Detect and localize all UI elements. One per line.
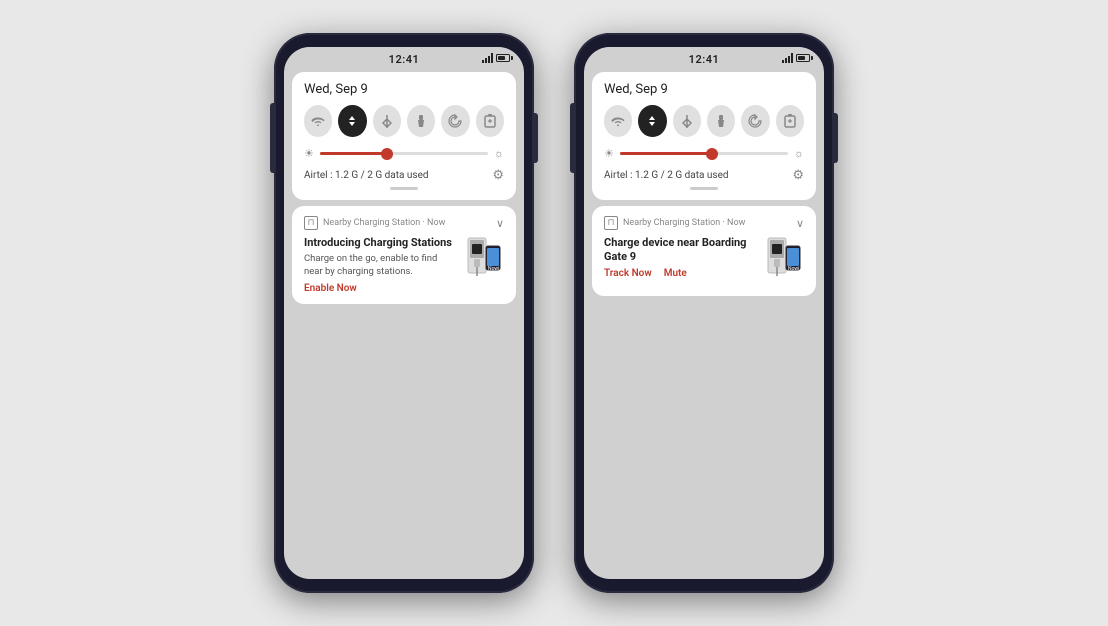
data-toggle-icon-1[interactable] <box>338 105 366 137</box>
panel-handle-1 <box>390 187 418 190</box>
phone-1: 12:41 Wed, Sep 9 <box>274 33 534 593</box>
date-label-2: Wed, Sep 9 <box>604 82 804 97</box>
notif-text-area-2: Charge device near Boarding Gate 9 Track… <box>604 236 752 279</box>
brightness-slider-2[interactable] <box>620 152 788 155</box>
notif-desc-1: Charge on the go, enable to find near by… <box>304 253 452 278</box>
notif-meta-2: Nearby Charging Station · Now <box>604 216 745 230</box>
data-usage-row-1: Airtel : 1.2 G / 2 G data used ⚙ <box>304 168 504 183</box>
notif-expand-1[interactable]: ∨ <box>496 217 504 230</box>
settings-icon-2[interactable]: ⚙ <box>792 168 804 183</box>
svg-text:Nowi: Nowi <box>788 266 799 272</box>
battery-save-icon-2[interactable] <box>776 105 804 137</box>
status-bar-1: 12:41 <box>284 47 524 68</box>
notif-body-1: Introducing Charging Stations Charge on … <box>304 236 504 294</box>
data-usage-text-1: Airtel : 1.2 G / 2 G data used <box>304 170 429 181</box>
status-bar-2: 12:41 <box>584 47 824 68</box>
screen-content-1: Wed, Sep 9 <box>284 68 524 579</box>
brightness-auto-icon-1: ☼ <box>494 147 504 160</box>
notif-source-2: Nearby Charging Station · Now <box>623 218 745 228</box>
brightness-row-1: ☀ ☼ <box>304 147 504 160</box>
notif-action2-2[interactable]: Mute <box>664 268 687 279</box>
bluetooth-icon-1[interactable] <box>373 105 401 137</box>
notif-expand-2[interactable]: ∨ <box>796 217 804 230</box>
rotation-icon-1[interactable] <box>441 105 469 137</box>
bluetooth-icon-2[interactable] <box>673 105 701 137</box>
time-2: 12:41 <box>689 53 720 66</box>
notif-image-1: Nowi <box>460 236 504 286</box>
status-icons-2 <box>782 53 810 63</box>
rotation-icon-2[interactable] <box>741 105 769 137</box>
notif-text-area-1: Introducing Charging Stations Charge on … <box>304 236 452 294</box>
quick-icons-2 <box>604 105 804 137</box>
phone-1-screen: 12:41 Wed, Sep 9 <box>284 47 524 579</box>
notification-card-1: Nearby Charging Station · Now ∨ Introduc… <box>292 206 516 304</box>
brightness-auto-icon-2: ☼ <box>794 147 804 160</box>
battery-save-icon-1[interactable] <box>476 105 504 137</box>
notif-header-1: Nearby Charging Station · Now ∨ <box>304 216 504 230</box>
time-1: 12:41 <box>389 53 420 66</box>
phone-2: 12:41 Wed, Sep 9 <box>574 33 834 593</box>
date-label-1: Wed, Sep 9 <box>304 82 504 97</box>
notif-source-1: Nearby Charging Station · Now <box>323 218 445 228</box>
notif-app-icon-1 <box>304 216 318 230</box>
screen-content-2: Wed, Sep 9 <box>584 68 824 579</box>
notif-action1-2[interactable]: Track Now <box>604 268 652 279</box>
brightness-slider-1[interactable] <box>320 152 488 155</box>
battery-icon-1 <box>496 54 510 62</box>
notif-actions-row-2: Track Now Mute <box>604 268 752 279</box>
quick-panel-1: Wed, Sep 9 <box>292 72 516 200</box>
signal-icon-2 <box>782 53 793 63</box>
flashlight-icon-2[interactable] <box>707 105 735 137</box>
svg-text:Nowi: Nowi <box>488 266 499 272</box>
notif-app-icon-2 <box>604 216 618 230</box>
brightness-row-2: ☀ ☼ <box>604 147 804 160</box>
panel-handle-2 <box>690 187 718 190</box>
notif-title-2: Charge device near Boarding Gate 9 <box>604 236 752 265</box>
data-toggle-icon-2[interactable] <box>638 105 666 137</box>
quick-panel-2: Wed, Sep 9 <box>592 72 816 200</box>
wifi-icon-1[interactable] <box>304 105 332 137</box>
signal-icon-1 <box>482 53 493 63</box>
battery-icon-2 <box>796 54 810 62</box>
wifi-icon-2[interactable] <box>604 105 632 137</box>
phone-2-screen: 12:41 Wed, Sep 9 <box>584 47 824 579</box>
notification-card-2: Nearby Charging Station · Now ∨ Charge d… <box>592 206 816 296</box>
notif-title-1: Introducing Charging Stations <box>304 236 452 250</box>
quick-icons-1 <box>304 105 504 137</box>
status-icons-1 <box>482 53 510 63</box>
notif-action1-1[interactable]: Enable Now <box>304 283 452 294</box>
notif-meta-1: Nearby Charging Station · Now <box>304 216 445 230</box>
flashlight-icon-1[interactable] <box>407 105 435 137</box>
notif-header-2: Nearby Charging Station · Now ∨ <box>604 216 804 230</box>
data-usage-row-2: Airtel : 1.2 G / 2 G data used ⚙ <box>604 168 804 183</box>
brightness-low-icon-2: ☀ <box>604 147 614 160</box>
data-usage-text-2: Airtel : 1.2 G / 2 G data used <box>604 170 729 181</box>
notif-body-2: Charge device near Boarding Gate 9 Track… <box>604 236 804 286</box>
settings-icon-1[interactable]: ⚙ <box>492 168 504 183</box>
notif-image-2: Nowi <box>760 236 804 286</box>
brightness-low-icon-1: ☀ <box>304 147 314 160</box>
